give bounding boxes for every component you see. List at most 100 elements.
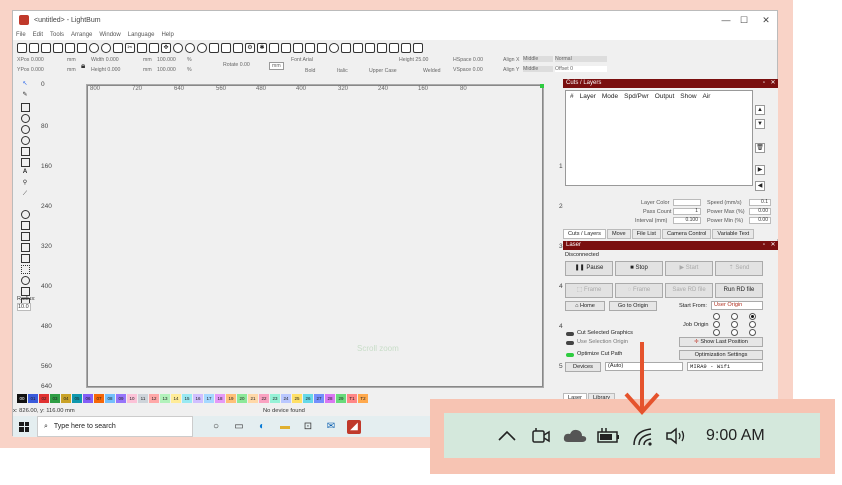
chevron-up-icon[interactable]	[492, 421, 522, 451]
camera-icon[interactable]	[221, 42, 231, 53]
offset-icon[interactable]	[20, 210, 30, 219]
palette-swatch[interactable]: T2	[358, 394, 368, 403]
palette-swatch[interactable]: 08	[105, 394, 115, 403]
ellipse-icon[interactable]	[20, 114, 30, 123]
zoom-fit-icon[interactable]	[197, 42, 207, 53]
align-x-select[interactable]: Middle	[523, 56, 553, 62]
taskbar-search[interactable]: ⌕ Type here to search	[37, 416, 193, 437]
align-center-icon[interactable]	[329, 42, 339, 53]
palette-swatch[interactable]: 15	[182, 394, 192, 403]
ungroup-icon[interactable]	[281, 42, 291, 53]
rotate-icon[interactable]	[317, 42, 327, 53]
palette-swatch[interactable]: 13	[160, 394, 170, 403]
lock-icon[interactable]: 🔒︎	[81, 61, 85, 71]
wifi-icon[interactable]	[628, 421, 658, 451]
circular-array-icon[interactable]	[20, 276, 30, 285]
save-icon[interactable]	[41, 42, 51, 53]
expand-right-icon[interactable]: ▶	[755, 165, 765, 175]
array-grid-icon[interactable]	[20, 265, 30, 274]
palette-swatch[interactable]: 17	[204, 394, 214, 403]
move-layer-down-icon[interactable]: ▼	[755, 119, 765, 129]
save-as-icon[interactable]	[53, 42, 63, 53]
bold-toggle[interactable]: Bold	[305, 68, 315, 74]
redo-icon[interactable]	[101, 42, 111, 53]
align-right-icon[interactable]	[353, 42, 363, 53]
distribute-v-icon[interactable]	[401, 42, 411, 53]
rotate-unit-button[interactable]: mm	[269, 62, 284, 70]
rectangle-icon[interactable]	[20, 103, 30, 112]
palette-swatch[interactable]: 23	[270, 394, 280, 403]
select-icon[interactable]: ↖	[21, 81, 30, 90]
tab-file-list[interactable]: File List	[631, 229, 661, 239]
welded-toggle[interactable]: Welded	[423, 68, 441, 74]
palette-swatch[interactable]: 27	[314, 394, 324, 403]
home-button[interactable]: ⌂ Home	[565, 301, 605, 311]
text-icon[interactable]: A	[21, 169, 30, 178]
cut-selected-toggle[interactable]	[566, 332, 574, 336]
layer-color-swatch[interactable]	[673, 199, 701, 206]
align-top-icon[interactable]	[365, 42, 375, 53]
tab-cuts-layers[interactable]: Cuts / Layers	[563, 229, 606, 239]
frame-icon[interactable]	[20, 158, 30, 167]
pencil-icon[interactable]: ✎	[21, 92, 30, 101]
palette-swatch[interactable]: 11	[138, 394, 148, 403]
task-view-icon[interactable]: ○	[209, 420, 223, 434]
start-from-select[interactable]: User Origin	[711, 301, 763, 310]
origin-radio-tl[interactable]	[713, 313, 720, 320]
boolean-union-icon[interactable]	[20, 221, 30, 230]
italic-toggle[interactable]: Italic	[337, 68, 348, 74]
palette-swatch[interactable]: 20	[237, 394, 247, 403]
origin-radio-bm[interactable]	[731, 329, 738, 336]
menu-language[interactable]: Language	[128, 32, 155, 38]
palette-swatch[interactable]: 01	[28, 394, 38, 403]
position-pin-icon[interactable]: ⚲	[21, 180, 30, 189]
menu-arrange[interactable]: Arrange	[71, 32, 92, 38]
power-min-field[interactable]: 0.00	[749, 217, 771, 224]
font-height[interactable]: Height 25.00	[399, 57, 428, 63]
palette-swatch[interactable]: 05	[72, 394, 82, 403]
frame-button-2[interactable]: ◌ Frame	[615, 283, 663, 298]
upper-case-toggle[interactable]: Upper Case	[369, 68, 397, 74]
open-file-icon[interactable]	[29, 42, 39, 53]
optimize-cut-toggle[interactable]	[566, 353, 574, 357]
palette-swatch[interactable]: T1	[347, 394, 357, 403]
paste-icon[interactable]	[137, 42, 147, 53]
show-last-position-button[interactable]: ✛ Show Last Position	[679, 337, 763, 347]
palette-swatch[interactable]: 26	[303, 394, 313, 403]
move-icon[interactable]: ✥	[161, 42, 171, 53]
menu-tools[interactable]: Tools	[50, 32, 64, 38]
delete-layer-icon[interactable]: 🗑︎	[755, 143, 765, 153]
copy-icon[interactable]	[113, 42, 123, 53]
onedrive-cloud-icon[interactable]	[560, 421, 590, 451]
tab-move[interactable]: Move	[606, 229, 631, 239]
port-select[interactable]: MIRA9 - Wifi	[687, 362, 763, 371]
origin-radio-ml[interactable]	[713, 321, 720, 328]
lightburn-taskbar-icon[interactable]: ◢	[347, 419, 361, 434]
width-percent[interactable]: 100.000	[157, 57, 176, 63]
align-y-select[interactable]: Middle	[523, 66, 553, 72]
origin-radio-tm[interactable]	[731, 313, 738, 320]
import-icon[interactable]	[65, 42, 75, 53]
cuts-panel-float-icon[interactable]: ▫	[760, 79, 768, 88]
palette-swatch[interactable]: 25	[292, 394, 302, 403]
cuts-panel-close-icon[interactable]: ✕	[769, 79, 777, 88]
palette-swatch[interactable]: 14	[171, 394, 181, 403]
store-icon[interactable]: ⊡	[301, 420, 315, 434]
height-percent[interactable]: 100.000	[157, 67, 176, 73]
frame-button-1[interactable]: ⬚ Frame	[565, 283, 613, 298]
export-icon[interactable]	[77, 42, 87, 53]
palette-swatch[interactable]: 28	[325, 394, 335, 403]
vspace-field[interactable]: VSpace 0.00	[453, 67, 483, 73]
circle-icon[interactable]	[20, 136, 30, 145]
close-button[interactable]: ✕	[751, 11, 781, 29]
zoom-in-icon[interactable]	[173, 42, 183, 53]
meet-now-icon[interactable]	[526, 421, 556, 451]
edge-browser-icon[interactable]: ◐	[255, 420, 269, 434]
power-max-field[interactable]: 0.00	[749, 208, 771, 215]
palette-swatch[interactable]: 03	[50, 394, 60, 403]
interval-field[interactable]: 0.100	[673, 217, 701, 224]
weld-icon[interactable]	[20, 254, 30, 263]
devices-button[interactable]: Devices	[565, 362, 601, 372]
pause-button[interactable]: ❚❚ Pause	[565, 261, 613, 276]
menu-edit[interactable]: Edit	[33, 32, 43, 38]
